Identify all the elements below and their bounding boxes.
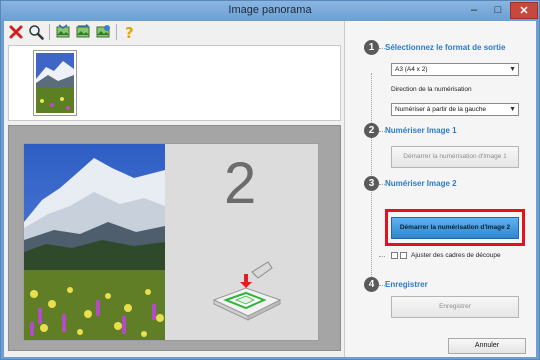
step-3-label: Numériser Image 2 bbox=[385, 179, 457, 188]
step-2-badge: 2 bbox=[364, 123, 379, 138]
zoom-icon bbox=[29, 25, 44, 40]
adjust-crop-label: Ajuster des cadres de découpe bbox=[411, 252, 501, 259]
help-icon: ? bbox=[125, 24, 134, 40]
chevron-down-icon: ▼ bbox=[509, 106, 516, 113]
scan-direction-value: Numériser à partir de la gauche bbox=[395, 106, 487, 113]
checkbox-box bbox=[391, 252, 398, 259]
scan-direction-label: Direction de la numérisation bbox=[391, 86, 472, 93]
step-2-label: Numériser Image 1 bbox=[385, 126, 457, 135]
delete-button[interactable] bbox=[7, 23, 25, 41]
preview-area: 2 bbox=[8, 125, 341, 351]
output-format-value: A3 (A4 x 2) bbox=[395, 66, 428, 73]
image-edit-icon bbox=[96, 25, 110, 38]
edit-button[interactable] bbox=[94, 23, 112, 41]
scanner-illustration bbox=[212, 261, 282, 321]
steps-panel: 1 Sélectionnez le format de sortie A3 (A… bbox=[344, 21, 536, 357]
adjust-crop-checkbox[interactable]: Ajuster des cadres de découpe bbox=[391, 252, 501, 259]
start-scan-image-2-button[interactable]: Démarrer la numérisation d'Image 2 bbox=[391, 217, 519, 239]
image-arrange-icon bbox=[56, 24, 70, 38]
scan-direction-select[interactable]: Numériser à partir de la gauche ▼ bbox=[391, 103, 519, 116]
output-format-select[interactable]: A3 (A4 x 2) ▼ bbox=[391, 63, 519, 76]
slot-number: 2 bbox=[224, 151, 257, 216]
image-swap-icon bbox=[76, 24, 90, 38]
title-bar: Image panorama – □ ✕ bbox=[1, 1, 539, 21]
client-area: ? 2 1 Sélectionnez le format de sortie A… bbox=[4, 21, 536, 357]
toolbar-separator bbox=[49, 24, 50, 40]
help-button[interactable]: ? bbox=[121, 23, 139, 41]
swap-button[interactable] bbox=[74, 23, 92, 41]
svg-text:?: ? bbox=[125, 24, 134, 40]
scanner-icon bbox=[206, 256, 284, 331]
step-3-badge: 3 bbox=[364, 176, 379, 191]
checkbox-box bbox=[400, 252, 407, 259]
save-button[interactable]: Enregistrer bbox=[391, 296, 519, 318]
toolbar-separator bbox=[116, 24, 117, 40]
preview-frame: 2 bbox=[23, 143, 319, 341]
scanned-image-1 bbox=[24, 144, 165, 340]
toolbar: ? bbox=[4, 21, 344, 43]
start-scan-image-1-button[interactable]: Démarrer la numérisation d'Image 1 bbox=[391, 146, 519, 168]
thumbnail-image-1[interactable] bbox=[33, 50, 77, 116]
adjust-dots bbox=[379, 256, 385, 257]
mountain-meadow-thumbnail bbox=[36, 53, 74, 113]
delete-icon bbox=[9, 25, 23, 39]
step-1-label: Sélectionnez le format de sortie bbox=[385, 43, 506, 52]
window-title: Image panorama bbox=[228, 4, 312, 16]
step-4-label: Enregistrer bbox=[385, 280, 428, 289]
step-1-badge: 1 bbox=[364, 40, 379, 55]
mountain-meadow-image bbox=[24, 144, 165, 340]
panorama-window: Image panorama – □ ✕ ? 2 1 Sélectionnez … bbox=[0, 0, 540, 360]
close-button[interactable]: ✕ bbox=[510, 2, 538, 19]
cancel-button[interactable]: Annuler bbox=[448, 338, 526, 354]
chevron-down-icon: ▼ bbox=[509, 66, 516, 73]
step-4-badge: 4 bbox=[364, 277, 379, 292]
thumbnail-area bbox=[8, 45, 341, 121]
zoom-button[interactable] bbox=[27, 23, 45, 41]
arrange-button[interactable] bbox=[54, 23, 72, 41]
minimize-button[interactable]: – bbox=[463, 2, 485, 19]
maximize-button[interactable]: □ bbox=[487, 2, 509, 19]
